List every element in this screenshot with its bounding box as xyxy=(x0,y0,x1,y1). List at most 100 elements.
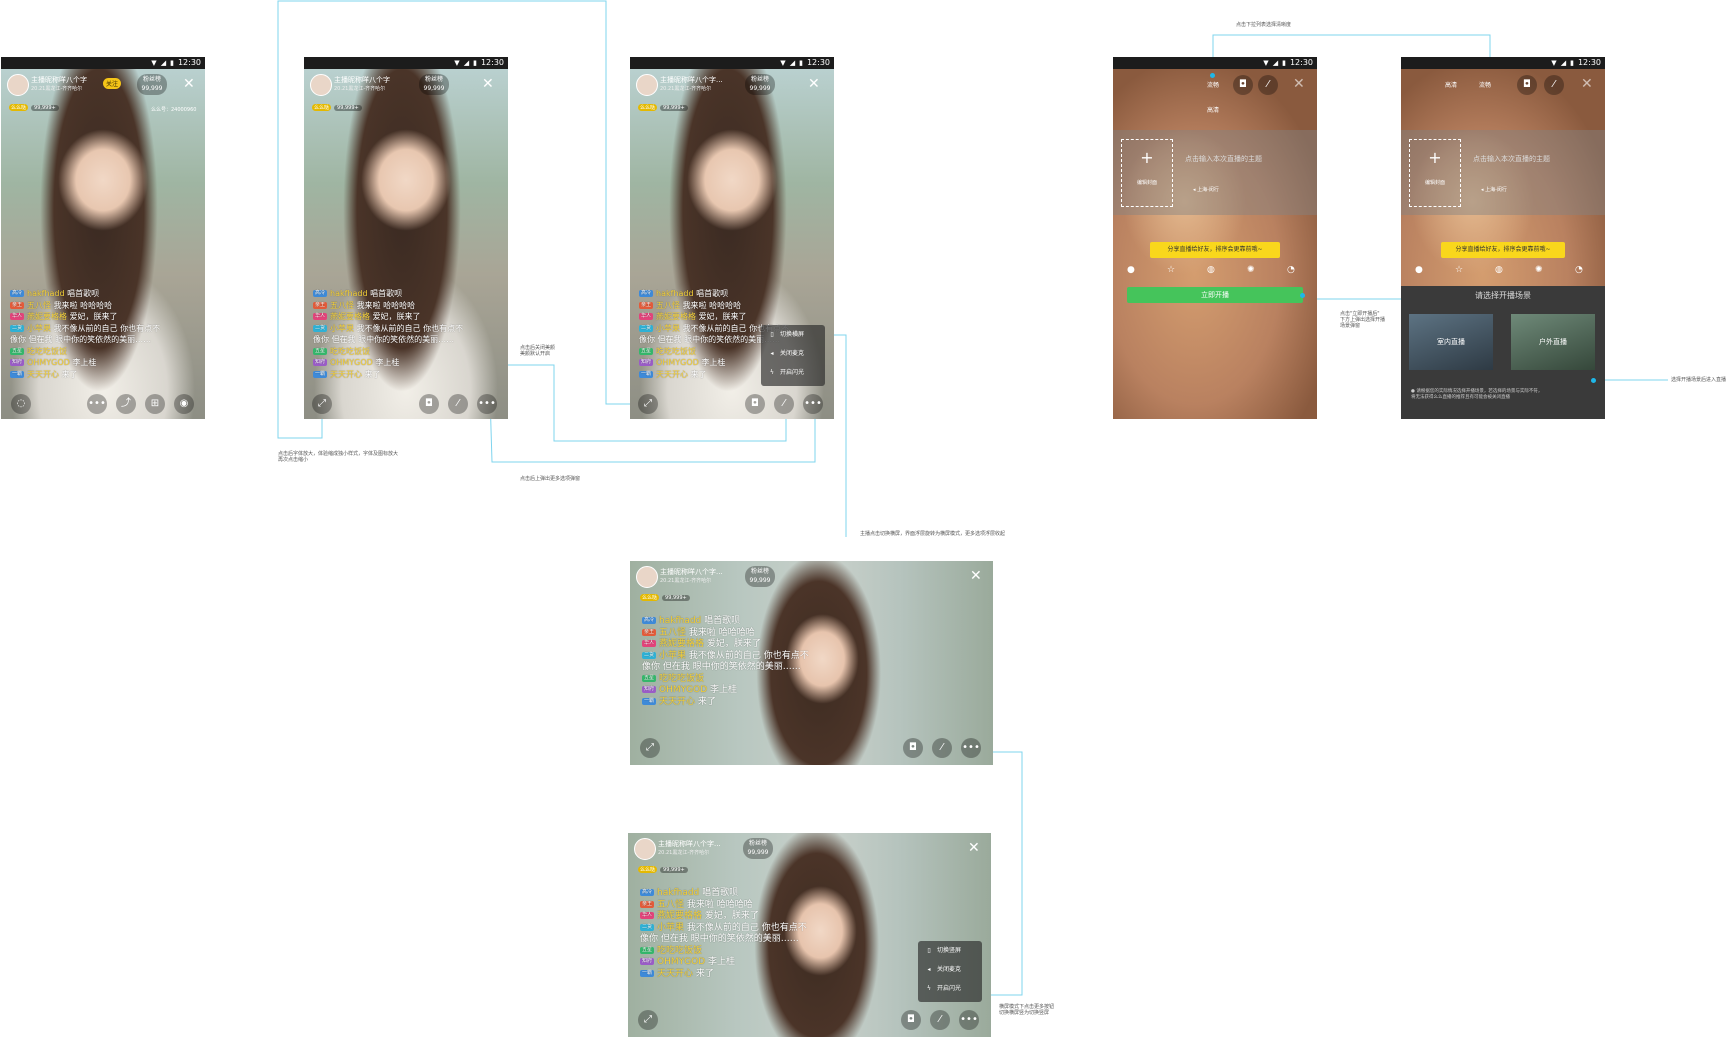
more-button[interactable]: ••• xyxy=(803,394,823,414)
fans-rank-button[interactable]: 粉丝榜 99,999 xyxy=(745,566,775,587)
chat-username[interactable]: 吃吃吃饭饭 xyxy=(657,946,702,956)
chat-username[interactable]: 燕妮要格格 xyxy=(659,639,704,649)
fans-rank-button[interactable]: 粉丝榜 99,999 xyxy=(137,74,167,95)
close-icon[interactable]: ✕ xyxy=(808,77,820,91)
qq-icon[interactable]: ● xyxy=(1127,265,1135,275)
avatar[interactable] xyxy=(634,838,656,860)
beauty-button[interactable]: ⁄ xyxy=(1544,75,1564,95)
qzone-icon[interactable]: ☆ xyxy=(1455,265,1463,275)
chat-username[interactable]: 小苹果 xyxy=(330,324,354,333)
chat-username[interactable]: 五八怪 xyxy=(657,900,684,910)
share-button[interactable]: ⤴ xyxy=(116,394,136,414)
close-icon[interactable]: ✕ xyxy=(968,841,980,855)
beauty-button[interactable]: ⁄ xyxy=(448,394,468,414)
quality-option-fluent[interactable]: 流畅 xyxy=(1479,80,1491,89)
weibo-icon[interactable]: ◔ xyxy=(1287,265,1295,275)
chat-username[interactable]: 吃吃吃饭饭 xyxy=(330,347,370,356)
fans-rank-button[interactable]: 粉丝榜 99,999 xyxy=(745,74,775,95)
chat-username[interactable]: 吃吃吃饭饭 xyxy=(27,347,67,356)
menu-item-flash[interactable]: ϟ 开启闪光 xyxy=(918,979,982,998)
wechat-icon[interactable]: ◍ xyxy=(1207,265,1215,275)
chat-username[interactable]: 天天开心 xyxy=(330,370,362,379)
scene-outdoor-card[interactable]: 户外直播 xyxy=(1511,314,1595,370)
camera-switch-button[interactable]: ◘ xyxy=(903,738,923,758)
chat-username[interactable]: OHMYGOD xyxy=(656,358,699,367)
zoom-button[interactable]: ⤢ xyxy=(638,394,658,414)
chat-username[interactable]: 小苹果 xyxy=(27,324,51,333)
start-live-button[interactable]: 立即开播 xyxy=(1127,287,1303,303)
quality-option-hd[interactable]: 高清 xyxy=(1445,80,1457,89)
chat-username[interactable]: hakfhadd xyxy=(330,289,368,298)
gift-button[interactable]: ⊞ xyxy=(145,394,165,414)
comment-button[interactable]: ◌ xyxy=(11,394,31,414)
wechat-icon[interactable]: ◍ xyxy=(1495,265,1503,275)
more-button[interactable]: ••• xyxy=(477,394,497,414)
fans-rank-button[interactable]: 粉丝榜 99,999 xyxy=(419,74,449,95)
kiss-button[interactable]: ◉ xyxy=(174,394,194,414)
avatar[interactable] xyxy=(636,566,658,588)
chat-username[interactable]: 天天开心 xyxy=(657,969,693,979)
beauty-button[interactable]: ⁄ xyxy=(930,1010,950,1030)
edit-cover-button[interactable]: + 编辑封面 xyxy=(1121,139,1173,207)
chat-username[interactable]: 天天开心 xyxy=(27,370,59,379)
zoom-button[interactable]: ⤢ xyxy=(640,738,660,758)
live-title-input[interactable]: 点击输入本次直播的主题 xyxy=(1473,154,1550,164)
location-label[interactable]: ◂ 上海-闵行 xyxy=(1193,186,1219,193)
more-button[interactable]: ••• xyxy=(959,1010,979,1030)
close-icon[interactable]: ✕ xyxy=(1293,77,1305,91)
chat-username[interactable]: 小苹果 xyxy=(656,324,680,333)
menu-item-mute-mic[interactable]: ◂ 关闭麦克 xyxy=(918,960,982,979)
chat-username[interactable]: 五八怪 xyxy=(656,301,680,310)
beauty-button[interactable]: ⁄ xyxy=(774,394,794,414)
chat-username[interactable]: 天天开心 xyxy=(659,697,695,707)
live-title-input[interactable]: 点击输入本次直播的主题 xyxy=(1185,154,1262,164)
beauty-button[interactable]: ⁄ xyxy=(1258,75,1278,95)
quality-option-fluent[interactable]: 流畅 xyxy=(1207,80,1219,89)
fans-rank-button[interactable]: 粉丝榜 99,999 xyxy=(743,838,773,859)
chat-username[interactable]: hakfhadd xyxy=(27,289,65,298)
chat-username[interactable]: 燕妮要格格 xyxy=(657,911,702,921)
menu-item-landscape[interactable]: ▯ 切换横屏 xyxy=(761,325,825,344)
location-label[interactable]: ◂ 上海-闵行 xyxy=(1481,186,1507,193)
qzone-icon[interactable]: ☆ xyxy=(1167,265,1175,275)
chat-username[interactable]: hakfhadd xyxy=(659,616,701,626)
zoom-button[interactable]: ⤢ xyxy=(638,1010,658,1030)
qq-icon[interactable]: ● xyxy=(1415,265,1423,275)
chat-username[interactable]: 天天开心 xyxy=(656,370,688,379)
chat-username[interactable]: OHMYGOD xyxy=(330,358,373,367)
chat-username[interactable]: OHMYGOD xyxy=(657,957,705,967)
chat-username[interactable]: 燕妮要格格 xyxy=(330,312,370,321)
chat-username[interactable]: 小苹果 xyxy=(657,923,684,933)
chat-username[interactable]: 吃吃吃饭饭 xyxy=(656,347,696,356)
more-button[interactable]: ••• xyxy=(87,394,107,414)
close-icon[interactable]: ✕ xyxy=(482,77,494,91)
moments-icon[interactable]: ✺ xyxy=(1247,265,1255,275)
beauty-button[interactable]: ⁄ xyxy=(932,738,952,758)
menu-item-flash[interactable]: ϟ 开启闪光 xyxy=(761,363,825,382)
scene-indoor-card[interactable]: 室内直播 xyxy=(1409,314,1493,370)
chat-username[interactable]: 燕妮要格格 xyxy=(27,312,67,321)
avatar[interactable] xyxy=(310,74,332,96)
camera-switch-button[interactable]: ◘ xyxy=(419,394,439,414)
zoom-button[interactable]: ⤢ xyxy=(312,394,332,414)
close-icon[interactable]: ✕ xyxy=(183,77,195,91)
follow-button[interactable]: 关注 xyxy=(103,78,122,89)
quality-option-hd[interactable]: 高清 xyxy=(1207,105,1219,114)
edit-cover-button[interactable]: + 编辑封面 xyxy=(1409,139,1461,207)
avatar[interactable] xyxy=(7,74,29,96)
chat-username[interactable]: 燕妮要格格 xyxy=(656,312,696,321)
close-icon[interactable]: ✕ xyxy=(970,569,982,583)
chat-username[interactable]: OHMYGOD xyxy=(659,685,707,695)
menu-item-mute-mic[interactable]: ◂ 关闭麦克 xyxy=(761,344,825,363)
chat-username[interactable]: 五八怪 xyxy=(659,628,686,638)
chat-username[interactable]: 五八怪 xyxy=(330,301,354,310)
weibo-icon[interactable]: ◔ xyxy=(1575,265,1583,275)
camera-switch-button[interactable]: ◘ xyxy=(901,1010,921,1030)
chat-username[interactable]: 小苹果 xyxy=(659,651,686,661)
chat-username[interactable]: hakfhadd xyxy=(656,289,694,298)
menu-item-portrait[interactable]: ▯ 切换竖屏 xyxy=(918,941,982,960)
close-icon[interactable]: ✕ xyxy=(1581,77,1593,91)
chat-username[interactable]: hakfhadd xyxy=(657,888,699,898)
camera-switch-button[interactable]: ◘ xyxy=(1233,75,1253,95)
avatar[interactable] xyxy=(636,74,658,96)
